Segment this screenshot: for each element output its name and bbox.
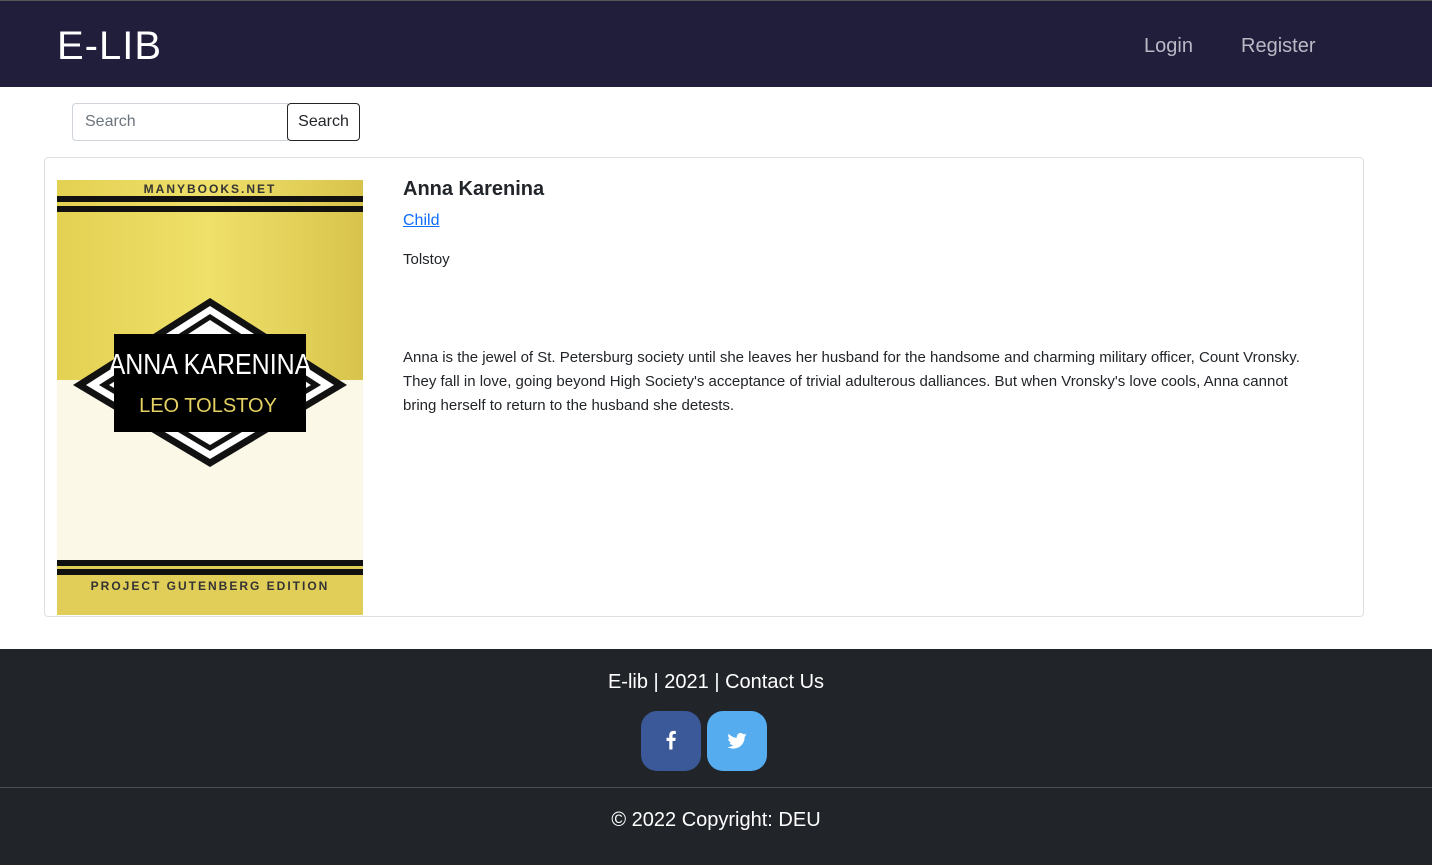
footer-divider	[0, 787, 1432, 788]
login-link[interactable]: Login	[1144, 33, 1193, 59]
search-input[interactable]	[72, 103, 288, 141]
twitter-icon	[727, 733, 747, 749]
book-author: Tolstoy	[403, 251, 450, 268]
category-link[interactable]: Child	[403, 210, 439, 232]
book-description: Anna is the jewel of St. Petersburg soci…	[403, 349, 1300, 414]
cover-edition-text: PROJECT GUTENBERG EDITION	[91, 579, 330, 593]
facebook-icon	[666, 730, 676, 750]
cover-author-text: LEO TOLSTOY	[139, 395, 277, 417]
navbar: E-LIB Login Register	[0, 0, 1432, 87]
book-card: MANYBOOKS.NET ANNA KARENINA LEO TOLSTOY …	[44, 157, 1364, 617]
footer: E-lib | 2021 | Contact Us © 2022 Copyrig…	[0, 649, 1432, 865]
cover-title-text: ANNA KARENINA	[109, 348, 312, 380]
search-button[interactable]: Search	[287, 103, 360, 141]
twitter-button[interactable]	[707, 711, 767, 771]
copyright-text: © 2022 Copyright: DEU	[611, 809, 821, 831]
brand-logo[interactable]: E-LIB	[57, 23, 162, 69]
footer-links[interactable]: E-lib | 2021 | Contact Us	[0, 669, 1432, 695]
register-link[interactable]: Register	[1241, 33, 1315, 59]
book-cover-image: MANYBOOKS.NET ANNA KARENINA LEO TOLSTOY …	[57, 158, 363, 615]
book-title: Anna Karenina	[403, 178, 545, 200]
book-details: Anna Karenina Child Tolstoy Anna is the …	[403, 176, 1323, 418]
facebook-button[interactable]	[641, 711, 701, 771]
cover-publisher-text: MANYBOOKS.NET	[144, 182, 277, 196]
